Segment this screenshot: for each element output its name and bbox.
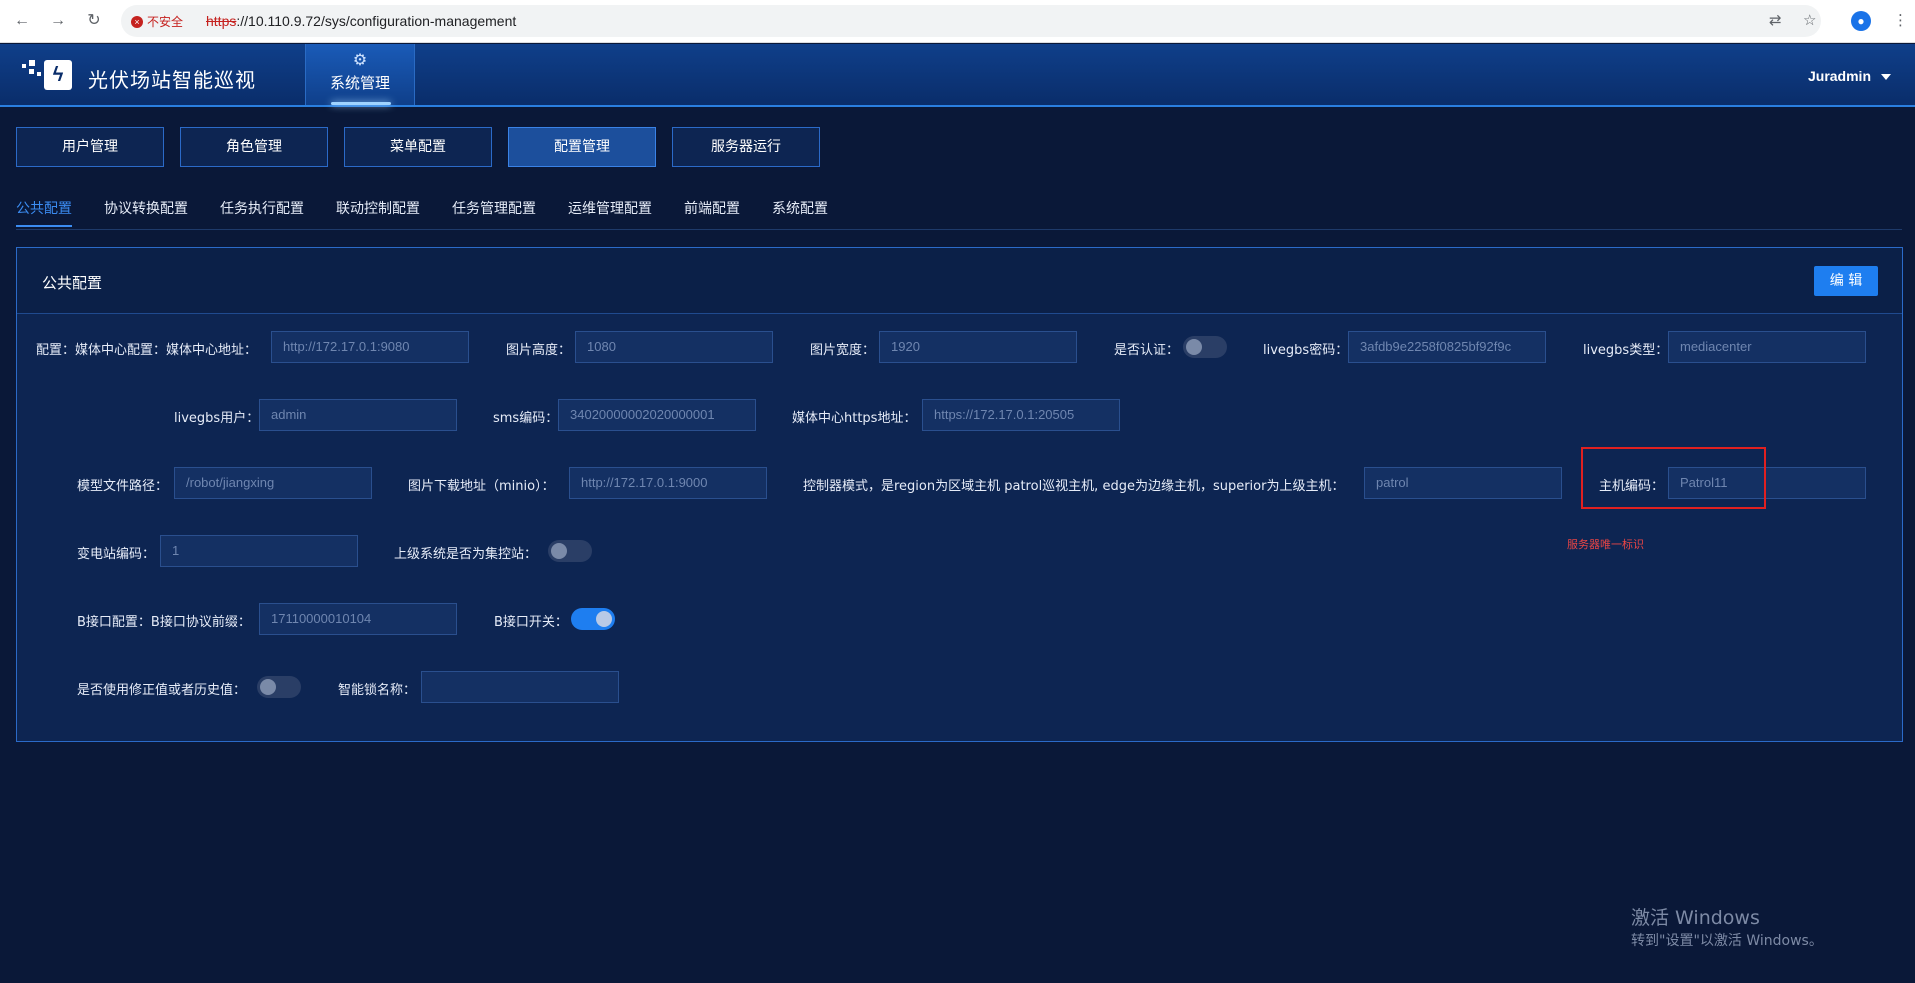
app-header: ϟ 光伏场站智能巡视 ⚙ 系统管理 Juradmin bbox=[0, 44, 1915, 107]
media-center-url-label: 配置：媒体中心配置：媒体中心地址： bbox=[36, 343, 258, 358]
auth-label: 是否认证： bbox=[1114, 343, 1180, 358]
tab-task-management[interactable]: 任务管理配置 bbox=[452, 198, 536, 218]
model-path-label: 模型文件路径： bbox=[77, 479, 169, 494]
superior-central-label: 上级系统是否为集控站： bbox=[394, 547, 538, 562]
logo: ϟ bbox=[22, 60, 72, 92]
media-center-url-input[interactable]: http://172.17.0.1:9080 bbox=[271, 331, 469, 363]
chevron-down-icon bbox=[1881, 74, 1891, 81]
image-width-input[interactable]: 1920 bbox=[879, 331, 1077, 363]
btn-server-running[interactable]: 服务器运行 bbox=[672, 127, 820, 167]
use-corrected-toggle[interactable] bbox=[257, 676, 301, 698]
profile-icon[interactable]: ● bbox=[1851, 11, 1871, 31]
image-download-input[interactable]: http://172.17.0.1:9000 bbox=[569, 467, 767, 499]
insecure-label: 不安全 bbox=[147, 15, 184, 29]
model-path-input[interactable]: /robot/jiangxing bbox=[174, 467, 372, 499]
host-code-hint: 服务器唯一标识 bbox=[1567, 538, 1644, 551]
livegbs-type-input[interactable]: mediacenter bbox=[1668, 331, 1866, 363]
btn-menu-config[interactable]: 菜单配置 bbox=[344, 127, 492, 167]
livegbs-user-label: livegbs用户： bbox=[174, 411, 260, 426]
livegbs-user-input[interactable]: admin bbox=[259, 399, 457, 431]
app-title: 光伏场站智能巡视 bbox=[88, 68, 256, 92]
auth-toggle[interactable] bbox=[1183, 336, 1227, 358]
controller-mode-input[interactable]: patrol bbox=[1364, 467, 1562, 499]
gear-icon: ⚙ bbox=[352, 52, 368, 69]
btn-user-management[interactable]: 用户管理 bbox=[16, 127, 164, 167]
address-bar[interactable]: × 不安全 https://10.110.9.72/sys/configurat… bbox=[121, 5, 1821, 37]
tab-frontend-config[interactable]: 前端配置 bbox=[684, 198, 740, 218]
media-https-label: 媒体中心https地址： bbox=[792, 411, 917, 426]
user-menu[interactable]: Juradmin bbox=[1808, 68, 1891, 84]
highlight-box bbox=[1581, 447, 1766, 509]
warning-icon: × bbox=[131, 15, 143, 28]
panel-header: 公共配置 编 辑 bbox=[17, 248, 1902, 314]
bolt-icon: ϟ bbox=[44, 60, 72, 90]
livegbs-type-label: livegbs类型： bbox=[1583, 343, 1669, 358]
reload-icon[interactable]: ↻ bbox=[84, 11, 104, 31]
b-interface-label: B接口配置：B接口协议前缀： bbox=[77, 615, 251, 630]
smart-lock-input[interactable] bbox=[421, 671, 619, 703]
livegbs-password-label: livegbs密码： bbox=[1263, 343, 1349, 358]
controller-mode-label: 控制器模式，是region为区域主机 patrol巡视主机, edge为边缘主机… bbox=[803, 479, 1345, 494]
windows-activation-title: 激活 Windows bbox=[1631, 907, 1760, 929]
smart-lock-label: 智能锁名称： bbox=[338, 683, 417, 698]
image-height-label: 图片高度： bbox=[506, 343, 572, 358]
tab-public-config[interactable]: 公共配置 bbox=[16, 198, 72, 227]
panel-title: 公共配置 bbox=[42, 274, 103, 292]
tab-linkage-control[interactable]: 联动控制配置 bbox=[336, 198, 420, 218]
use-corrected-label: 是否使用修正值或者历史值： bbox=[77, 683, 247, 698]
translate-icon[interactable]: ⇄ bbox=[1769, 11, 1782, 29]
image-width-label: 图片宽度： bbox=[810, 343, 876, 358]
livegbs-password-input[interactable]: 3afdb9e2258f0825bf92f9c bbox=[1348, 331, 1546, 363]
edit-button[interactable]: 编 辑 bbox=[1814, 266, 1878, 296]
b-interface-prefix-input[interactable]: 17110000010104 bbox=[259, 603, 457, 635]
image-height-input[interactable]: 1080 bbox=[575, 331, 773, 363]
menu-dots-icon[interactable]: ⋮ bbox=[1893, 11, 1908, 29]
bookmark-star-icon[interactable]: ☆ bbox=[1803, 11, 1816, 29]
substation-code-input[interactable]: 1 bbox=[160, 535, 358, 567]
image-download-label: 图片下载地址（minio）： bbox=[408, 479, 555, 494]
b-switch-label: B接口开关： bbox=[494, 615, 568, 630]
back-icon[interactable]: ← bbox=[12, 11, 32, 31]
url-text[interactable]: https://10.110.9.72/sys/configuration-ma… bbox=[206, 13, 516, 29]
media-https-input[interactable]: https://172.17.0.1:20505 bbox=[922, 399, 1120, 431]
windows-activation-hint: 转到"设置"以激活 Windows。 bbox=[1631, 933, 1823, 949]
tab-protocol-convert[interactable]: 协议转换配置 bbox=[104, 198, 188, 218]
b-switch-toggle[interactable] bbox=[571, 608, 615, 630]
btn-config-management[interactable]: 配置管理 bbox=[508, 127, 656, 167]
superior-central-toggle[interactable] bbox=[548, 540, 592, 562]
tab-system-config[interactable]: 系统配置 bbox=[772, 198, 828, 218]
browser-toolbar: ← → ↻ × 不安全 https://10.110.9.72/sys/conf… bbox=[0, 0, 1915, 43]
tab-task-execution[interactable]: 任务执行配置 bbox=[220, 198, 304, 218]
substation-code-label: 变电站编码： bbox=[77, 547, 156, 562]
sms-code-input[interactable]: 34020000002020000001 bbox=[558, 399, 756, 431]
forward-icon[interactable]: → bbox=[48, 11, 68, 31]
btn-role-management[interactable]: 角色管理 bbox=[180, 127, 328, 167]
security-indicator[interactable]: × 不安全 bbox=[131, 13, 183, 30]
tab-ops-management[interactable]: 运维管理配置 bbox=[568, 198, 652, 218]
system-management-tab[interactable]: ⚙ 系统管理 bbox=[305, 44, 415, 105]
sms-code-label: sms编码： bbox=[493, 411, 559, 426]
